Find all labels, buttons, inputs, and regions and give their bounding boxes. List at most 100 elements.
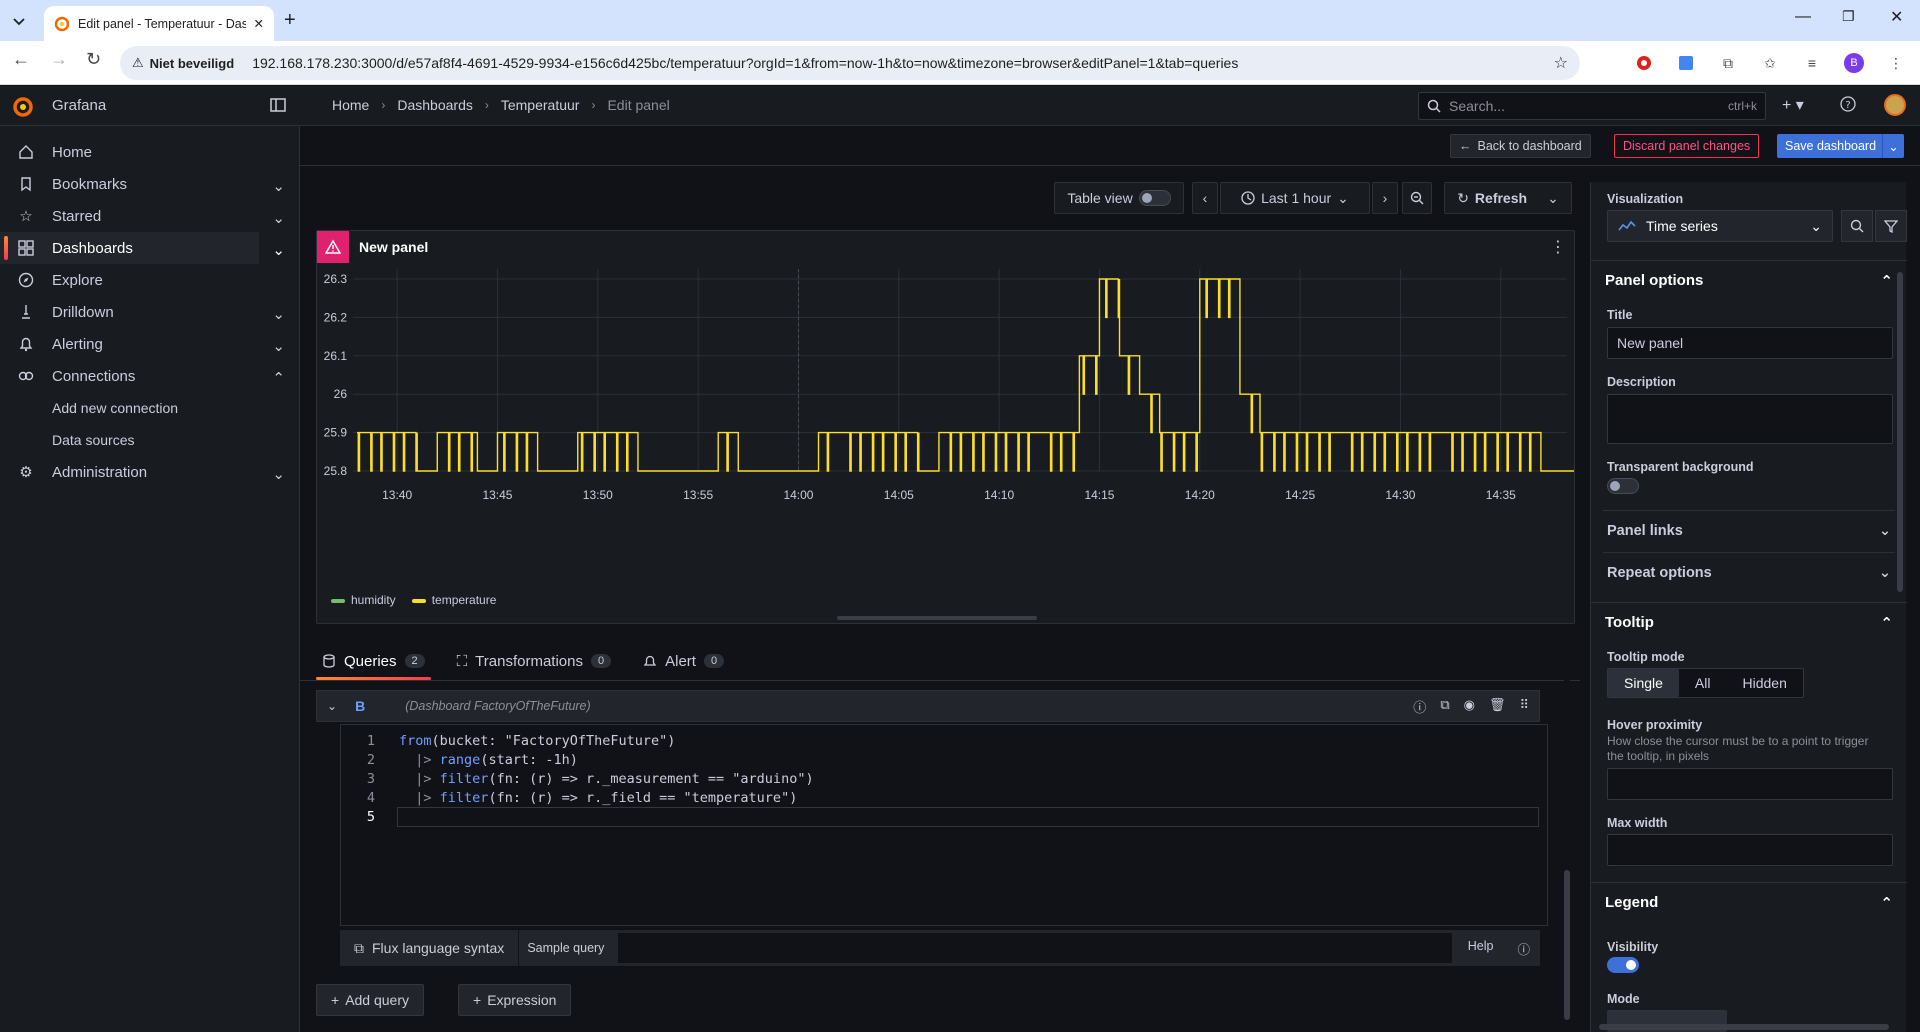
filter-options-button[interactable] [1875,210,1907,242]
translate-icon[interactable] [1672,49,1700,77]
collapse-chevron-icon[interactable]: ⌄ [327,699,337,713]
options-scrollbar-thumb[interactable] [1897,272,1903,592]
breadcrumb-dashboards[interactable]: Dashboards [397,97,473,113]
bookmarks-icon[interactable]: ✩ [1756,49,1784,77]
new-tab-icon[interactable]: + [284,9,296,32]
section-panel-options[interactable]: Panel options ⌃ [1591,260,1907,300]
panel-menu-icon[interactable]: ⋮ [1550,237,1566,257]
sidebar-item-add-connection[interactable]: Add new connection [0,392,299,424]
tab-close-icon[interactable]: ✕ [254,16,264,31]
chevron-down-icon[interactable]: ⌄ [272,177,285,195]
transparent-toggle[interactable] [1607,478,1639,494]
save-dashboard-button[interactable]: Save dashboard ⌄ [1777,134,1905,158]
reload-icon[interactable]: ↻ [86,49,101,70]
flux-code-editor[interactable]: 1 2 3 4 5 from(bucket: "FactoryOfTheFutu… [340,724,1548,926]
add-query-button[interactable]: + Add query [316,984,425,1016]
table-view-toggle[interactable]: Table view [1054,182,1184,214]
tab-transformations[interactable]: ⛶ Transformations 0 [451,644,617,678]
visualization-picker[interactable]: Time series ⌄ [1607,210,1833,242]
sidebar-item-administration[interactable]: ⚙ Administration ⌄ [0,456,299,488]
legend-visibility-toggle[interactable] [1607,957,1639,973]
editor-scrollbar-thumb[interactable] [1564,870,1570,1020]
dock-menu-icon[interactable] [270,97,286,113]
code-line-3[interactable]: |> filter(fn: (r) => r._measurement == "… [399,771,813,787]
section-panel-links[interactable]: Panel links ⌄ [1603,510,1895,550]
time-forward-button[interactable]: › [1372,182,1398,214]
sidebar-item-home[interactable]: Home [0,136,299,168]
extensions-icon[interactable]: ⧉ [1714,49,1742,77]
minimize-icon[interactable]: — [1795,8,1811,26]
help-button[interactable]: Help ⓘ [1458,939,1540,958]
tooltip-mode-single[interactable]: Single [1608,669,1679,697]
bookmark-star-icon[interactable]: ☆ [1554,53,1568,73]
discard-button[interactable]: Discard panel changes [1614,134,1760,158]
restore-icon[interactable]: ❐ [1842,8,1855,25]
hover-proximity-input[interactable] [1607,768,1893,800]
chevron-down-icon[interactable]: ⌄ [272,305,285,323]
query-ref-id[interactable]: B [355,698,365,714]
breadcrumb-dashboard[interactable]: Temperatuur [501,97,580,113]
tab-queries[interactable]: Queries 2 [316,644,431,680]
help-icon[interactable]: ? [1840,96,1856,112]
expression-button[interactable]: + Expression [458,984,572,1016]
table-view-switch[interactable] [1138,190,1171,206]
panel-header[interactable]: New panel [317,231,428,263]
sidebar-item-alerting[interactable]: Alerting ⌄ [0,328,299,360]
tooltip-mode-all[interactable]: All [1679,669,1727,697]
description-textarea[interactable] [1607,394,1893,444]
time-series-chart[interactable]: 26.3 26.2 26.1 26 25.9 25.8 13:40 13:45 13:50 13:… [317,263,1574,593]
new-plus-icon[interactable]: + ▾ [1782,95,1804,115]
trash-icon[interactable]: 🗑 [1489,697,1506,716]
section-repeat-options[interactable]: Repeat options ⌄ [1603,552,1895,592]
sidebar-item-bookmarks[interactable]: Bookmarks ⌄ [0,168,299,200]
sidebar-item-connections[interactable]: Connections ⌃ [0,360,299,392]
tab-search-icon[interactable] [8,10,30,32]
viz-search-button[interactable] [1841,210,1873,242]
back-to-dashboard-button[interactable]: ← Back to dashboard [1450,134,1591,158]
sidebar-item-drilldown[interactable]: Drilldown ⌄ [0,296,299,328]
reading-list-icon[interactable]: ≡ [1798,49,1826,77]
code-line-2[interactable]: |> range(start: -1h) [399,752,578,768]
query-help-icon[interactable]: ⓘ [1413,697,1426,716]
refresh-button[interactable]: ↻ Refresh ⌄ [1444,182,1572,214]
url-text[interactable]: 192.168.178.230:3000/d/e57af8f4-4691-452… [252,55,1238,71]
code-line-4[interactable]: |> filter(fn: (r) => r._field == "temper… [399,790,797,806]
sample-query-dropdown[interactable]: Sample query [519,941,612,955]
chevron-down-icon[interactable]: ⌄ [272,465,285,483]
panel-resize-handle[interactable] [837,616,1037,620]
browser-tab-active[interactable]: Edit panel - Temperatuur - Dashb ✕ [44,6,274,41]
chevron-down-icon[interactable]: ⌄ [272,241,285,259]
refresh-interval-chevron-icon[interactable]: ⌄ [1547,190,1559,207]
chevron-up-icon[interactable]: ⌃ [272,369,285,387]
legend-item-humidity[interactable]: humidity [331,593,396,607]
browser-menu-icon[interactable]: ⋮ [1882,49,1910,77]
section-legend[interactable]: Legend ⌃ [1591,882,1907,922]
forward-icon[interactable]: → [50,49,68,70]
omnibox[interactable]: ⚠ Niet beveiligd 192.168.178.230:3000/d/… [120,46,1580,80]
sidebar-item-starred[interactable]: ☆ Starred ⌄ [0,200,299,232]
sidebar-item-dashboards[interactable]: Dashboards ⌄ [0,232,285,264]
user-avatar[interactable] [1884,94,1906,116]
chevron-down-icon[interactable]: ⌄ [272,337,285,355]
title-input[interactable]: New panel [1607,327,1893,359]
profile-avatar[interactable]: B [1840,49,1868,77]
tab-alert[interactable]: Alert 0 [637,644,730,678]
max-width-input[interactable] [1607,834,1893,866]
search-input[interactable]: Search... ctrl+k [1418,92,1766,120]
warning-icon[interactable] [317,231,349,263]
code-line-1[interactable]: from(bucket: "FactoryOfTheFuture") [399,733,675,749]
sidebar-item-explore[interactable]: Explore [0,264,299,296]
security-chip[interactable]: ⚠ Niet beveiligd [132,55,242,71]
grafana-logo-icon[interactable] [12,96,34,118]
query-row-header[interactable]: ⌄ B (Dashboard FactoryOfTheFuture) ⓘ ⧉ ◉… [316,690,1540,722]
time-back-button[interactable]: ‹ [1192,182,1218,214]
save-dropdown-icon[interactable]: ⌄ [1882,134,1904,158]
extension-red-icon[interactable] [1630,49,1658,77]
duplicate-icon[interactable]: ⧉ [1440,697,1449,716]
zoom-out-button[interactable] [1402,182,1432,214]
breadcrumb-home[interactable]: Home [332,97,369,113]
section-tooltip[interactable]: Tooltip ⌃ [1591,602,1907,642]
legend-item-temperature[interactable]: temperature [411,593,496,607]
flux-syntax-link[interactable]: ⧉ Flux language syntax [340,930,518,966]
time-range-picker[interactable]: Last 1 hour ⌄ [1220,182,1370,214]
